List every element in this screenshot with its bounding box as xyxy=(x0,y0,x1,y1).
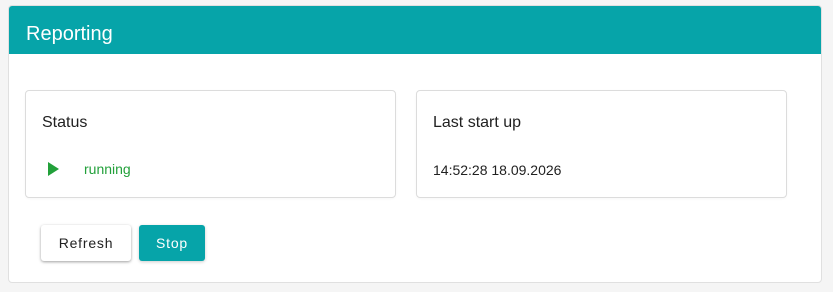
startup-card-title: Last start up xyxy=(433,114,522,131)
status-card-title: Status xyxy=(42,114,88,131)
status-row: running xyxy=(48,161,131,177)
action-buttons: Refresh Stop xyxy=(41,225,205,261)
refresh-button[interactable]: Refresh xyxy=(41,225,131,261)
startup-timestamp: 14:52:28 18.09.2026 xyxy=(433,162,562,178)
stop-button[interactable]: Stop xyxy=(139,225,205,261)
reporting-panel: Reporting Status running Last start up 1… xyxy=(8,5,822,283)
play-icon xyxy=(48,162,59,176)
status-value: running xyxy=(84,161,131,177)
panel-header: Reporting xyxy=(9,6,821,54)
page-title: Reporting xyxy=(26,22,113,45)
startup-card: Last start up 14:52:28 18.09.2026 xyxy=(416,90,787,198)
cards-row: Status running Last start up 14:52:28 18… xyxy=(25,90,787,198)
status-card: Status running xyxy=(25,90,396,198)
